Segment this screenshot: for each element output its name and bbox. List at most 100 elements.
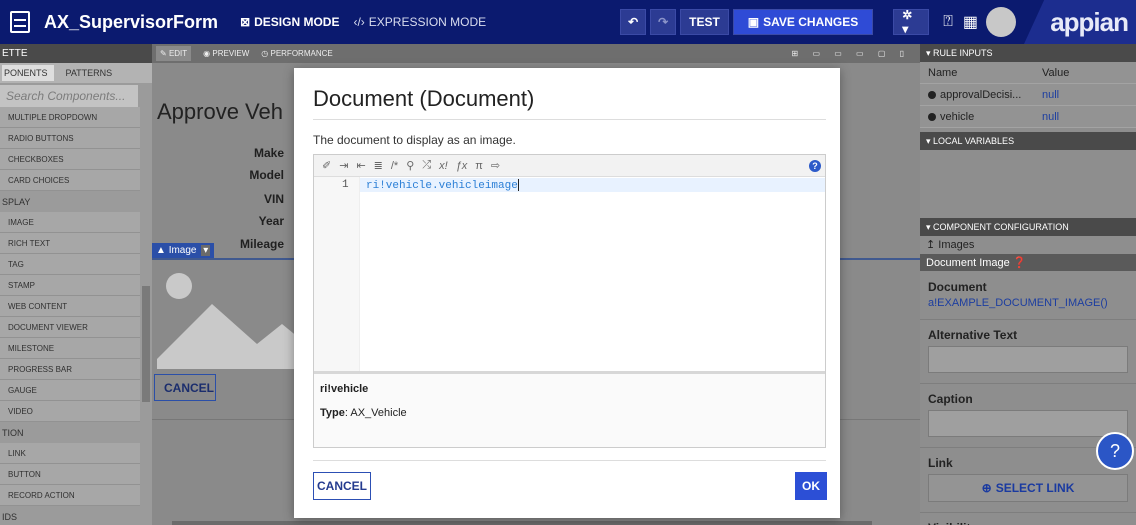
form-cancel-button[interactable]: CANCEL — [154, 374, 216, 401]
replace-icon[interactable]: ⤮ — [422, 159, 431, 172]
settings-menu-button[interactable]: ✲ ▾ — [893, 8, 930, 36]
tab-components[interactable]: PONENTS — [2, 65, 54, 81]
rule-input-dot-icon — [928, 90, 936, 99]
ok-button[interactable]: OK — [795, 472, 827, 500]
rule-inputs-header-label: RULE INPUTS — [933, 48, 993, 58]
expand-icon[interactable]: ⇨ — [491, 159, 500, 172]
expression-mode-label: EXPRESSION MODE — [368, 15, 487, 29]
outdent-icon[interactable]: ⇤ — [356, 159, 365, 172]
palette-section-label: IDS — [0, 506, 140, 525]
redo-icon: ↷ — [658, 15, 669, 29]
palette-header: ETTE — [0, 44, 152, 63]
palette-component-item[interactable]: MULTIPLE DROPDOWN — [0, 107, 140, 128]
test-button[interactable]: TEST — [680, 9, 729, 35]
table-row[interactable]: vehicle null — [920, 106, 1136, 128]
document-label: Document — [928, 280, 987, 294]
document-expression-link[interactable]: a!EXAMPLE_DOCUMENT_IMAGE() — [920, 294, 1136, 309]
local-variables-body — [920, 150, 1136, 214]
info-type: Type: AX_Vehicle — [320, 407, 407, 419]
format-icon[interactable]: ≣ — [374, 159, 383, 172]
expression-code[interactable]: ri!vehicle.vehicleimage — [366, 179, 519, 192]
palette-component-item[interactable]: IMAGE — [0, 212, 140, 233]
palette-component-item[interactable]: BUTTON — [0, 464, 140, 485]
code-area[interactable]: 1 ri!vehicle.vehicleimage — [314, 177, 825, 371]
design-mode-icon: ⊠ — [240, 15, 251, 29]
layout-toggle-icons[interactable]: ⊞ ▭ ▭ ▭ ▢ ▯ — [792, 49, 910, 58]
undo-button[interactable]: ↶ — [620, 9, 647, 35]
table-row[interactable]: approvalDecisi... null — [920, 84, 1136, 106]
appian-logo: appian — [1024, 0, 1136, 44]
search-icon[interactable]: ⚲ — [406, 159, 414, 172]
palette-component-item[interactable]: LINK — [0, 443, 140, 464]
save-changes-button[interactable]: ▣ SAVE CHANGES — [732, 9, 874, 35]
palette-component-item[interactable]: MILESTONE — [0, 338, 140, 359]
form-heading: Approve Veh — [157, 99, 283, 124]
palette-component-item[interactable]: RICH TEXT — [0, 233, 140, 254]
function-icon[interactable]: ƒx — [456, 160, 468, 172]
palette-component-item[interactable]: CARD CHOICES — [0, 170, 140, 191]
expression-mode-tab[interactable]: ‹/› EXPRESSION MODE — [353, 15, 486, 29]
rule-inputs-table-header: Name Value — [920, 62, 1136, 84]
palette-component-item[interactable]: RECORD ACTION — [0, 485, 140, 506]
lookup-icon[interactable]: ⍰ — [943, 13, 953, 31]
indent-icon[interactable]: ⇥ — [339, 159, 348, 172]
breadcrumb[interactable]: ↥ Images — [920, 236, 1136, 254]
rule-input-name-cell: vehicle — [920, 111, 1034, 123]
tab-preview[interactable]: ◉ PREVIEW — [203, 49, 249, 58]
rule-inputs-header[interactable]: ▾ RULE INPUTS — [920, 44, 1136, 62]
rule-inputs-table: Name Value approvalDecisi... null vehicl… — [920, 62, 1136, 128]
palette-component-item[interactable]: PROGRESS BAR — [0, 359, 140, 380]
help-icon[interactable]: ? — [809, 160, 821, 172]
rule-input-dot-icon — [928, 112, 936, 121]
canvas-horizontal-scrollbar[interactable] — [172, 521, 872, 525]
info-type-label: Type — [320, 407, 345, 419]
constant-icon[interactable]: π — [475, 160, 483, 172]
apps-grid-icon[interactable]: ▦ — [963, 12, 978, 32]
palette-component-item[interactable]: VIDEO — [0, 401, 140, 422]
alternative-text-label: Alternative Text — [920, 319, 1136, 342]
palette-component-item[interactable]: RADIO BUTTONS — [0, 128, 140, 149]
image-component-tag[interactable]: ▲ Image ▾ — [152, 243, 215, 258]
plus-circle-icon: ⊕ — [981, 481, 992, 495]
components-palette: ETTE PONENTS PATTERNS Search Components.… — [0, 44, 152, 525]
navigation-menu-icon[interactable] — [10, 11, 30, 33]
alternative-text-field[interactable] — [928, 346, 1128, 373]
tab-edit[interactable]: ✎ EDIT — [156, 46, 192, 61]
palette-component-item[interactable]: GAUGE — [0, 380, 140, 401]
save-changes-label: SAVE CHANGES — [763, 15, 859, 29]
rule-input-name: vehicle — [940, 110, 975, 123]
palette-component-item[interactable]: DOCUMENT VIEWER — [0, 317, 140, 338]
palette-component-item[interactable]: TAG — [0, 254, 140, 275]
expression-code-text: ri!vehicle.vehicleimage — [366, 179, 518, 192]
rule-icon[interactable]: x! — [439, 160, 448, 172]
caption-field[interactable] — [928, 410, 1128, 437]
palette-list: MULTIPLE DROPDOWN RADIO BUTTONS CHECKBOXES… — [0, 107, 152, 525]
tab-patterns[interactable]: PATTERNS — [66, 68, 113, 78]
help-chat-button[interactable]: ? — [1096, 432, 1134, 470]
editor-toolbar: ✐ ⇥ ⇤ ≣ /* ⚲ ⤮ x! ƒx π ⇨ ? — [314, 155, 825, 177]
select-link-button[interactable]: ⊕ SELECT LINK — [928, 474, 1128, 502]
field-label-vin: VIN — [263, 192, 284, 206]
info-type-value: : AX_Vehicle — [344, 407, 407, 419]
local-variables-header[interactable]: ▾ LOCAL VARIABLES — [920, 132, 1136, 150]
design-mode-tab[interactable]: ⊠ DESIGN MODE — [240, 15, 339, 29]
chevron-down-icon[interactable]: ▾ — [201, 245, 211, 256]
redo-button[interactable]: ↷ — [650, 9, 677, 35]
text-cursor — [517, 179, 519, 191]
editor-tabs: ✎ EDIT ◉ PREVIEW ◷ PERFORMANCE ⊞ ▭ ▭ ▭ ▢… — [152, 44, 920, 63]
component-configuration-header[interactable]: ▾ COMPONENT CONFIGURATION — [920, 218, 1136, 236]
line-number: 1 — [342, 179, 349, 191]
component-search-input[interactable]: Search Components... — [0, 85, 138, 107]
breadcrumb-label: Images — [938, 239, 975, 251]
palette-component-item[interactable]: STAMP — [0, 275, 140, 296]
tab-performance[interactable]: ◷ PERFORMANCE — [261, 49, 332, 58]
help-icon[interactable]: ❓ — [1013, 257, 1027, 269]
palette-component-item[interactable]: CHECKBOXES — [0, 149, 140, 170]
avatar[interactable] — [986, 7, 1016, 37]
magic-wand-icon[interactable]: ✐ — [322, 159, 331, 172]
palette-component-item[interactable]: WEB CONTENT — [0, 296, 140, 317]
cancel-button[interactable]: CANCEL — [313, 472, 371, 500]
comment-icon[interactable]: /* — [391, 160, 398, 172]
top-bar-actions: ↶ ↷ TEST ▣ SAVE CHANGES ✲ ▾ ⍰ ▦ appian — [620, 0, 1136, 44]
palette-scrollbar[interactable] — [142, 286, 150, 402]
